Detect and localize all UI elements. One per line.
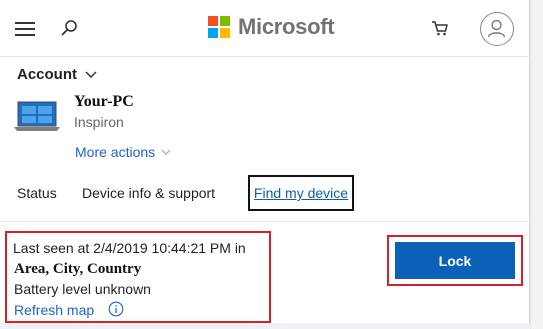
microsoft-logo-icon (208, 16, 230, 38)
laptop-icon (14, 101, 60, 131)
device-tabs: Status Device info & support Find my dev… (0, 174, 530, 214)
map-edge (0, 323, 530, 329)
search-icon[interactable] (59, 18, 79, 38)
battery-status: Battery level unknown (14, 281, 151, 297)
location-text: Area, City, Country (14, 261, 142, 277)
tab-status[interactable]: Status (17, 185, 57, 201)
chevron-down-icon (85, 70, 97, 78)
tab-device-info-support[interactable]: Device info & support (82, 185, 215, 201)
info-icon[interactable] (108, 301, 124, 317)
tab-find-my-device[interactable]: Find my device (248, 175, 354, 211)
scrollbar[interactable] (530, 0, 543, 329)
last-seen-text: Last seen at 2/4/2019 10:44:21 PM in (13, 240, 246, 256)
person-icon (487, 19, 506, 38)
device-name: Your-PC (74, 93, 134, 110)
account-menu-button[interactable]: Account (17, 66, 97, 83)
site-header: Microsoft (0, 0, 530, 57)
account-label: Account (17, 66, 77, 83)
more-actions-link[interactable]: More actions (75, 144, 171, 160)
profile-avatar[interactable] (480, 12, 514, 46)
refresh-map-link[interactable]: Refresh map (14, 302, 94, 318)
cart-icon[interactable] (430, 18, 450, 38)
microsoft-logo[interactable]: Microsoft (208, 14, 335, 40)
more-actions-label: More actions (75, 144, 156, 160)
divider (0, 221, 530, 222)
chevron-down-icon (161, 149, 171, 155)
account-bar: Account (0, 57, 530, 89)
device-model: Inspiron (74, 114, 124, 130)
menu-icon[interactable] (15, 22, 35, 36)
logo-text: Microsoft (238, 14, 335, 39)
lock-button[interactable]: Lock (395, 242, 515, 279)
